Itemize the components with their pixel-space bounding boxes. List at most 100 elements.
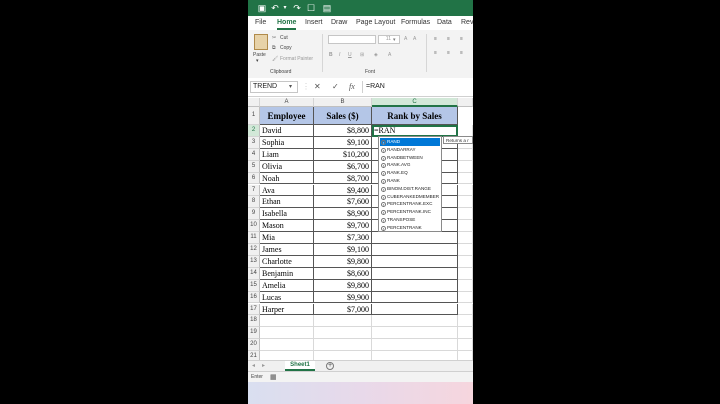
empty-cell[interactable] (314, 339, 372, 352)
autocomplete-item[interactable]: ƒ RANK (380, 177, 440, 185)
sales-cell[interactable]: $9,900 (314, 291, 372, 304)
rank-cell[interactable] (372, 244, 458, 256)
sales-cell[interactable]: $8,700 (314, 172, 372, 185)
autocomplete-item[interactable]: ƒ RANDBETWEEN (380, 154, 440, 162)
row-header[interactable]: 13 (248, 255, 260, 268)
employee-name-cell[interactable]: Mason (260, 220, 314, 233)
tab-formulas[interactable]: Formulas (401, 17, 430, 29)
row-header[interactable]: 19 (248, 327, 260, 340)
row-header[interactable]: 15 (248, 279, 260, 292)
paste-icon[interactable] (254, 34, 268, 50)
sales-cell[interactable]: $6,700 (314, 160, 372, 173)
format-painter-button[interactable]: Format Painter (280, 56, 313, 62)
scroll-tabs-right-icon[interactable]: ▸ (262, 362, 265, 369)
undo-dropdown-icon[interactable]: ▾ (280, 3, 290, 13)
row-header[interactable]: 18 (248, 315, 260, 328)
header-rank[interactable]: Rank by Sales (372, 107, 458, 125)
rank-cell[interactable] (372, 291, 458, 304)
increase-font-icon[interactable]: A (404, 36, 407, 42)
empty-cell[interactable] (458, 315, 473, 328)
accessibility-icon[interactable]: ▦ (270, 373, 277, 381)
row-header[interactable]: 11 (248, 232, 260, 244)
row-header[interactable]: 14 (248, 267, 260, 280)
column-header-d[interactable] (458, 98, 473, 107)
employee-name-cell[interactable]: Amelia (260, 279, 314, 292)
row-header[interactable]: 16 (248, 291, 260, 304)
empty-cell[interactable] (458, 244, 473, 256)
autocomplete-item[interactable]: ƒ BINOM.DIST.RANGE (380, 185, 440, 193)
employee-name-cell[interactable]: Olivia (260, 160, 314, 173)
row-header[interactable]: 5 (248, 160, 260, 173)
empty-cell[interactable] (260, 327, 314, 340)
column-header-c[interactable]: C (372, 98, 458, 107)
employee-name-cell[interactable]: Mia (260, 232, 314, 244)
sales-cell[interactable]: $9,100 (314, 136, 372, 149)
empty-cell[interactable] (458, 279, 473, 292)
empty-cell[interactable] (372, 315, 458, 328)
autocomplete-item[interactable]: ƒ RAND (380, 138, 440, 146)
sales-cell[interactable]: $8,600 (314, 267, 372, 280)
bold-icon[interactable]: B (329, 52, 333, 58)
empty-cell[interactable] (458, 220, 473, 233)
underline-icon[interactable]: U (348, 52, 352, 58)
tab-insert[interactable]: Insert (305, 17, 323, 29)
font-size-box[interactable]: 11 (378, 35, 400, 44)
row-header[interactable]: 20 (248, 339, 260, 352)
empty-cell[interactable] (314, 327, 372, 340)
empty-cell[interactable] (458, 255, 473, 268)
align-center-icon[interactable]: ≡ (447, 50, 450, 56)
header-employee[interactable]: Employee (260, 107, 314, 125)
borders-icon[interactable]: ⊞ (360, 52, 364, 58)
align-bottom-icon[interactable]: ≡ (460, 36, 463, 42)
italic-icon[interactable]: I (339, 52, 340, 58)
employee-name-cell[interactable]: Liam (260, 148, 314, 161)
empty-cell[interactable] (458, 208, 473, 221)
sales-cell[interactable]: $9,400 (314, 184, 372, 197)
empty-cell[interactable] (458, 148, 473, 161)
row-header[interactable]: 4 (248, 148, 260, 161)
empty-cell[interactable] (372, 327, 458, 340)
cancel-button[interactable]: ✕ (314, 81, 321, 93)
save-icon[interactable]: ▣ (257, 3, 267, 13)
align-right-icon[interactable]: ≡ (460, 50, 463, 56)
employee-name-cell[interactable]: Lucas (260, 291, 314, 304)
add-sheet-button[interactable]: + (326, 362, 334, 370)
decrease-font-icon[interactable]: A (413, 36, 416, 42)
autocomplete-item[interactable]: ƒ RANK.AVG (380, 161, 440, 169)
autocomplete-item[interactable]: ƒ PERCENTRANK (380, 224, 440, 232)
row-header[interactable]: 6 (248, 172, 260, 185)
row-header[interactable]: 12 (248, 244, 260, 256)
row-header[interactable]: 7 (248, 184, 260, 197)
rank-cell[interactable] (372, 232, 458, 244)
header-sales[interactable]: Sales ($) (314, 107, 372, 125)
tab-review[interactable]: Revi (461, 17, 473, 29)
paste-button[interactable]: Paste (253, 52, 266, 58)
empty-cell[interactable] (458, 196, 473, 209)
autocomplete-item[interactable]: ƒ PERCENTRANK.INC (380, 208, 440, 216)
column-header-a[interactable]: A (260, 98, 314, 107)
paste-dropdown-icon[interactable]: ▾ (256, 58, 259, 64)
employee-name-cell[interactable]: Charlotte (260, 255, 314, 268)
sales-cell[interactable]: $9,700 (314, 220, 372, 233)
employee-name-cell[interactable]: James (260, 244, 314, 256)
sales-cell[interactable]: $7,000 (314, 303, 372, 316)
copy-button[interactable]: Copy (280, 45, 292, 51)
employee-name-cell[interactable]: David (260, 125, 314, 137)
scroll-tabs-left-icon[interactable]: ◂ (252, 362, 255, 369)
autocomplete-item[interactable]: ƒ TRANSPOSE (380, 216, 440, 224)
employee-name-cell[interactable]: Sophia (260, 136, 314, 149)
employee-name-cell[interactable]: Noah (260, 172, 314, 185)
cut-button[interactable]: Cut (280, 35, 288, 41)
employee-name-cell[interactable]: Harper (260, 303, 314, 316)
employee-name-cell[interactable]: Benjamin (260, 267, 314, 280)
empty-cell[interactable] (260, 315, 314, 328)
align-middle-icon[interactable]: ≡ (447, 36, 450, 42)
copy-icon[interactable]: ⧉ (272, 45, 276, 51)
autocomplete-item[interactable]: ƒ CUBERANKEDMEMBER (380, 193, 440, 201)
row-header[interactable]: 17 (248, 303, 260, 316)
empty-cell[interactable] (458, 184, 473, 197)
autocomplete-item[interactable]: ƒ PERCENTRANK.EXC (380, 200, 440, 208)
customize-icon[interactable]: ▤ (322, 3, 332, 13)
font-size-dropdown-icon[interactable]: ▾ (393, 37, 396, 43)
tab-page-layout[interactable]: Page Layout (356, 17, 395, 29)
